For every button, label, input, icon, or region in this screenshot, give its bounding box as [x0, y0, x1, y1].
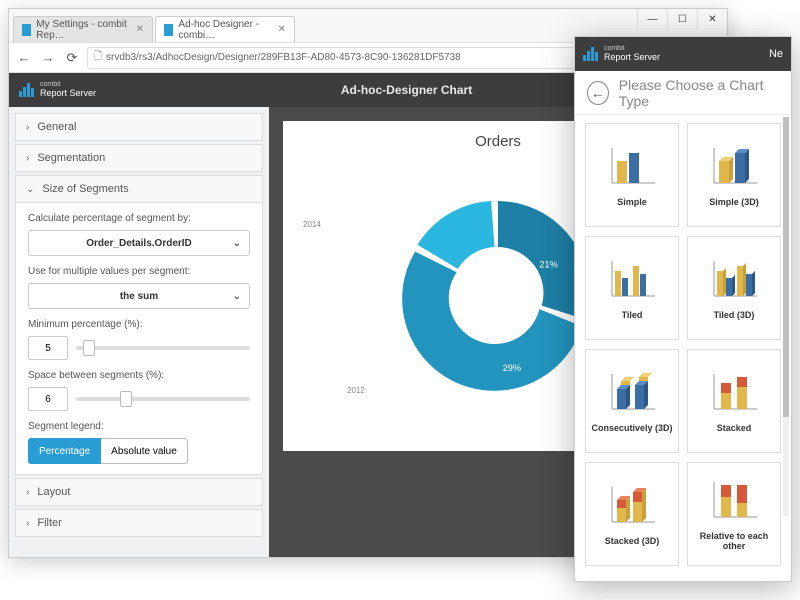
page-icon: 🗋	[94, 49, 102, 66]
accordion-label: Filter	[37, 517, 61, 529]
reload-icon[interactable]: ⟳	[63, 49, 81, 67]
accordion-label: Segmentation	[37, 152, 105, 164]
donut-label-2012: 2012	[347, 386, 365, 395]
chevron-down-icon: ⌄	[233, 291, 241, 302]
calc-label: Calculate percentage of segment by:	[28, 213, 250, 224]
close-button[interactable]: ✕	[697, 9, 727, 29]
minimize-button[interactable]: —	[637, 9, 667, 29]
legend-label: Segment legend:	[28, 421, 250, 432]
sidebar: › General › Segmentation ⌄ Size of Segments…	[9, 107, 269, 557]
min-pct-slider[interactable]	[76, 346, 250, 350]
chevron-down-icon: ⌄	[233, 238, 241, 249]
chart-type-stacked[interactable]: Stacked	[687, 349, 781, 453]
slice-pct-2012: 29%	[503, 363, 521, 373]
chart-type-label: Relative to each other	[688, 531, 780, 551]
panel-header: combit Report Server Ne	[575, 37, 791, 71]
chevron-down-icon: ⌄	[26, 184, 34, 195]
forward-icon[interactable]: →	[39, 49, 57, 67]
accordion-label: Layout	[37, 486, 70, 498]
legend-toggle: Percentage Absolute value	[28, 438, 250, 464]
chart-type-consecutively-3d[interactable]: Consecutively (3D)	[585, 349, 679, 453]
slice-pct-2014: 21%	[539, 260, 557, 270]
space-slider[interactable]	[76, 397, 250, 401]
scroll-thumb[interactable]	[783, 117, 789, 417]
legend-absolute-button[interactable]: Absolute value	[101, 438, 188, 464]
donut-label-2014: 2014	[303, 220, 321, 229]
multi-label: Use for multiple values per segment:	[28, 266, 250, 277]
browser-tab-0[interactable]: My Settings - combit Rep… ✕	[13, 16, 153, 42]
chart-type-stacked-3d[interactable]: Stacked (3D)	[585, 462, 679, 566]
chart-type-label: Stacked (3D)	[605, 536, 660, 546]
chart-type-label: Consecutively (3D)	[591, 423, 672, 433]
window-controls: — ☐ ✕	[637, 9, 727, 29]
favicon-icon	[22, 24, 31, 36]
chart-type-label: Tiled (3D)	[714, 310, 755, 320]
brand: combit Report Server	[19, 81, 96, 99]
accordion-label: Size of Segments	[42, 183, 128, 195]
chart-type-label: Tiled	[622, 310, 643, 320]
accordion-segmentation[interactable]: › Segmentation	[15, 144, 263, 172]
chart-type-simple[interactable]: Simple	[585, 123, 679, 227]
browser-tab-1[interactable]: Ad-hoc Designer - combi… ✕	[155, 16, 295, 42]
brand-small: combit	[604, 45, 660, 53]
calc-select[interactable]: Order_Details.OrderID ⌄	[28, 230, 250, 256]
legend-percentage-button[interactable]: Percentage	[28, 438, 101, 464]
accordion-size-of-segments: ⌄ Size of Segments Calculate percentage o…	[15, 175, 263, 475]
chart-type-grid: Simple Simple (3D) Tiled Tiled (3D)	[575, 115, 791, 575]
scrollbar[interactable]	[783, 117, 789, 517]
brand-logo-icon	[583, 47, 598, 61]
chart-type-label: Simple	[617, 197, 647, 207]
tab-close-icon[interactable]: ✕	[278, 24, 286, 35]
tab-title: Ad-hoc Designer - combi…	[178, 19, 272, 41]
accordion-layout[interactable]: › Layout	[15, 478, 263, 506]
chart-type-panel: combit Report Server Ne ← Please Choose …	[574, 36, 792, 582]
maximize-button[interactable]: ☐	[667, 9, 697, 29]
chart-type-tiled-3d[interactable]: Tiled (3D)	[687, 236, 781, 340]
accordion-general[interactable]: › General	[15, 113, 263, 141]
select-value: the sum	[120, 291, 158, 302]
multi-select[interactable]: the sum ⌄	[28, 283, 250, 309]
accordion-header[interactable]: ⌄ Size of Segments	[15, 175, 263, 203]
brand-logo-icon	[19, 83, 34, 97]
select-value: Order_Details.OrderID	[86, 238, 192, 249]
back-button[interactable]: ←	[587, 81, 609, 105]
header-right-text: Ne	[769, 48, 783, 60]
space-label: Space between segments (%):	[28, 370, 250, 381]
back-icon[interactable]: ←	[15, 49, 33, 67]
min-pct-label: Minimum percentage (%):	[28, 319, 250, 330]
chevron-right-icon: ›	[26, 487, 29, 498]
accordion-filter[interactable]: › Filter	[15, 509, 263, 537]
chart-type-simple-3d[interactable]: Simple (3D)	[687, 123, 781, 227]
chooser-title: Please Choose a Chart Type	[619, 77, 779, 109]
brand-name: Report Server	[40, 89, 96, 99]
tab-title: My Settings - combit Rep…	[36, 19, 130, 41]
chooser-header: ← Please Choose a Chart Type	[575, 71, 791, 115]
chart-type-relative[interactable]: Relative to each other	[687, 462, 781, 566]
chevron-right-icon: ›	[26, 122, 29, 133]
tab-close-icon[interactable]: ✕	[136, 24, 144, 35]
min-pct-input[interactable]	[28, 336, 68, 360]
space-input[interactable]	[28, 387, 68, 411]
url-text: srvdb3/rs3/AdhocDesign/Designer/289FB13F…	[106, 52, 461, 63]
chart-type-label: Stacked	[717, 423, 752, 433]
chart-type-label: Simple (3D)	[709, 197, 759, 207]
chart-type-tiled[interactable]: Tiled	[585, 236, 679, 340]
chevron-right-icon: ›	[26, 518, 29, 529]
brand-small: combit	[40, 81, 96, 89]
brand-name: Report Server	[604, 53, 660, 63]
chevron-right-icon: ›	[26, 153, 29, 164]
favicon-icon	[164, 24, 173, 36]
accordion-label: General	[37, 121, 76, 133]
